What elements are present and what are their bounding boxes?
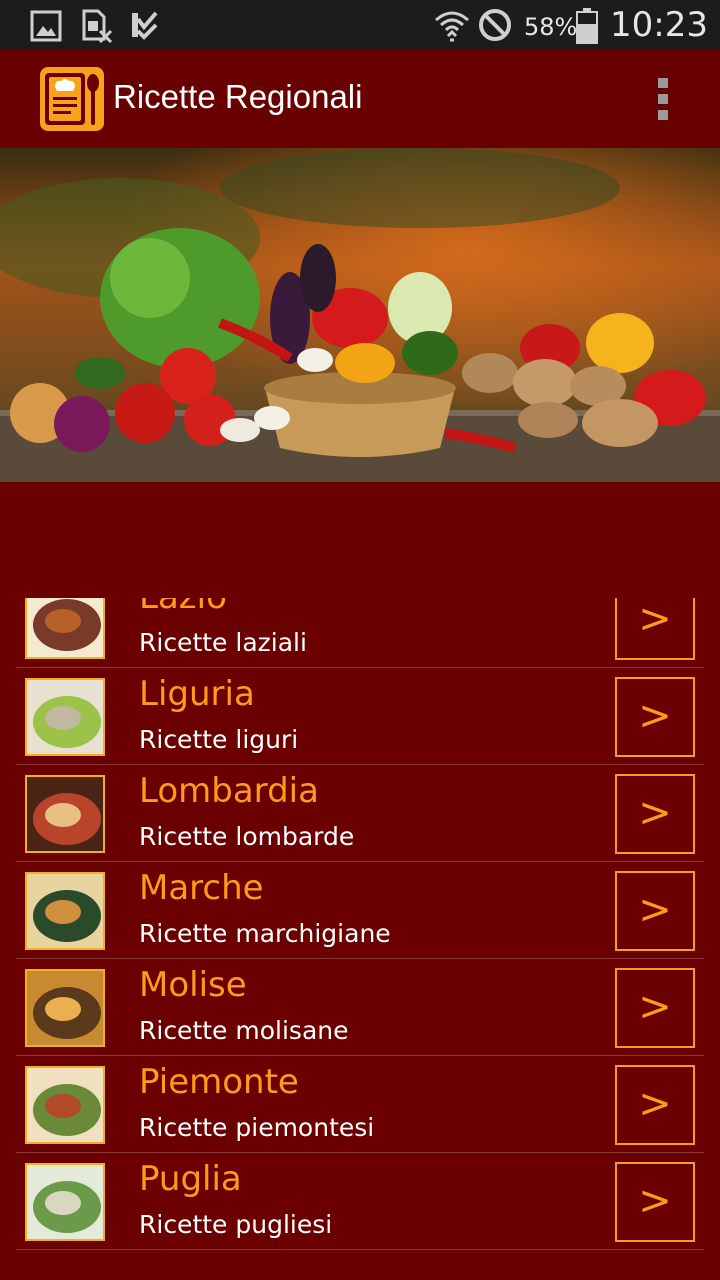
region-thumbnail [25,775,105,853]
region-thumbnail [25,1066,105,1144]
open-region-button[interactable]: > [615,677,695,757]
image-icon [30,10,62,42]
open-region-button[interactable]: > [615,598,695,660]
open-region-button[interactable]: > [615,774,695,854]
region-thumbnail [25,678,105,756]
list-item[interactable]: Puglia Ricette pugliesi > [16,1153,704,1250]
list-item[interactable]: Lazio Ricette laziali > [16,598,704,668]
region-list: Lazio Ricette laziali > Liguria Ricette ligu… [16,598,704,1280]
menu-dot [658,94,668,104]
list-item[interactable]: Lombardia Ricette lombarde > [16,765,704,862]
open-region-button[interactable]: > [615,871,695,951]
sim-card-x-icon [82,9,113,43]
menu-dot [658,78,668,88]
menu-dot [658,110,668,120]
region-subtitle: Ricette lombarde [139,822,355,851]
status-bar: 58% 10:23 [0,0,720,50]
wifi-icon [435,11,469,42]
list-item[interactable]: Liguria Ricette liguri > [16,668,704,765]
open-region-button[interactable]: > [615,968,695,1048]
region-subtitle: Ricette liguri [139,725,299,754]
battery-icon [576,8,598,44]
overflow-menu-button[interactable] [646,76,680,122]
list-item[interactable]: Piemonte Ricette piemontesi > [16,1056,704,1153]
region-subtitle: Ricette laziali [139,628,307,657]
app-bar: Ricette Regionali [0,50,720,148]
open-region-button[interactable]: > [615,1065,695,1145]
region-subtitle: Ricette piemontesi [139,1113,375,1142]
banner-image [0,148,720,482]
region-subtitle: Ricette molisane [139,1016,349,1045]
region-title: Liguria [139,674,255,714]
region-thumbnail [25,969,105,1047]
region-title: Puglia [139,1159,242,1199]
region-title: Molise [139,965,247,1005]
open-region-button[interactable]: > [615,1162,695,1242]
app-title: Ricette Regionali [113,78,363,115]
region-thumbnail [25,598,105,659]
region-thumbnail [25,1163,105,1241]
recipe-book-icon [40,67,104,131]
list-item[interactable]: Marche Ricette marchigiane > [16,862,704,959]
check-clipboard-icon [132,11,158,40]
region-subtitle: Ricette pugliesi [139,1210,333,1239]
battery-percent: 58% [524,13,578,41]
region-title: Lombardia [139,771,319,811]
region-title: Piemonte [139,1062,299,1102]
region-title: Lazio [139,598,227,617]
region-title: Marche [139,868,264,908]
region-thumbnail [25,872,105,950]
list-item[interactable]: Molise Ricette molisane > [16,959,704,1056]
do-not-disturb-icon [479,9,511,41]
region-subtitle: Ricette marchigiane [139,919,391,948]
clock: 10:23 [610,5,708,45]
